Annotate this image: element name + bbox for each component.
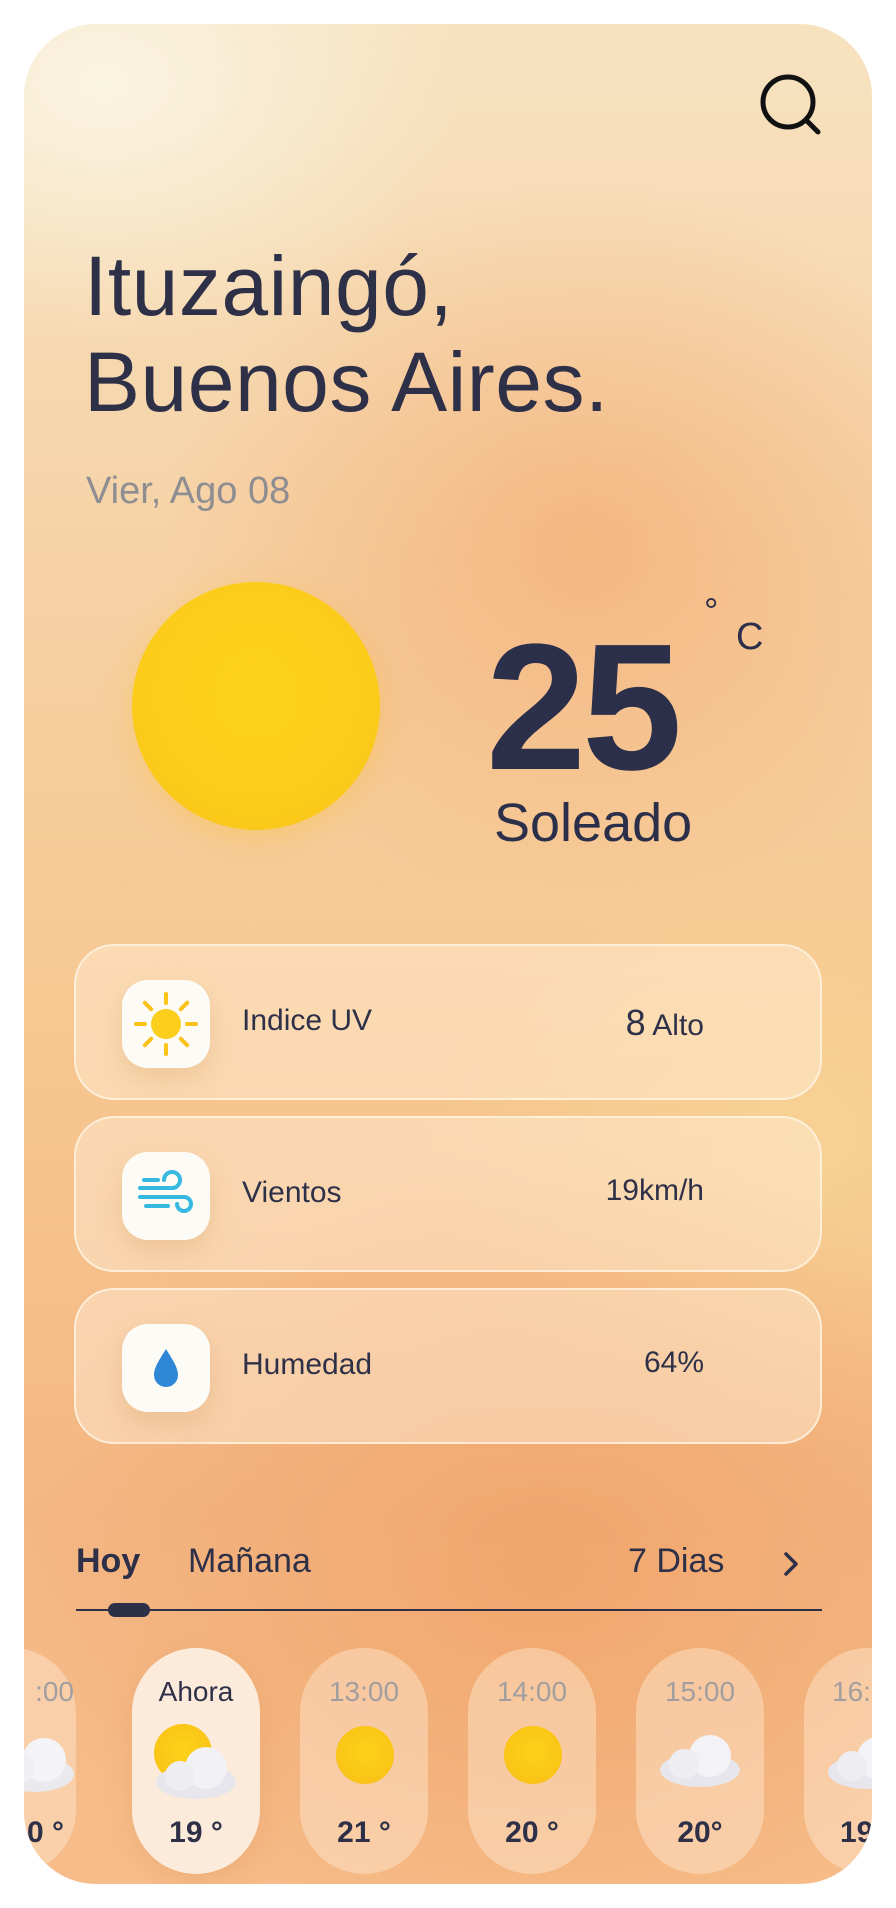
cloud-icon [828,1737,872,1789]
wind-card[interactable]: Vientos 19km/h [74,1116,822,1272]
hourly-time: :00 [35,1676,74,1707]
tab-7-days[interactable]: 7 Dias [628,1542,724,1581]
wind-label: Vientos [242,1176,342,1209]
current-date: Vier, Ago 08 [86,470,291,512]
wind-value: 19km/h [605,1174,704,1207]
hourly-item[interactable]: :00 0 ° [24,1648,76,1874]
hourly-scroll-thumb[interactable] [108,1603,150,1617]
location-region: Buenos Aires. [84,335,609,429]
sun-icon [132,582,380,830]
search-button[interactable] [752,66,832,146]
humidity-card[interactable]: Humedad 64% [74,1288,822,1444]
hourly-item[interactable]: 16: 19 [804,1648,872,1874]
weather-screen: Ituzaingó, Buenos Aires. Vier, Ago 08 25… [24,24,872,1884]
hourly-temp: 0 ° [26,1816,64,1849]
temperature-unit: C [736,616,764,658]
humidity-label: Humedad [242,1348,373,1381]
location-city: Ituzaingó, [84,239,454,333]
hourly-scroll-track [76,1609,822,1611]
uv-value-text: Alto [652,1009,704,1042]
sun-icon [134,992,198,1056]
hourly-item[interactable]: 14:00 20 ° [468,1648,596,1874]
hourly-item[interactable]: 13:00 21 ° [300,1648,428,1874]
humidity-icon-tile [122,1324,210,1412]
sun-icon [504,1726,562,1784]
tab-tomorrow[interactable]: Mañana [188,1542,311,1581]
uv-index-card[interactable]: Indice UV 8 Alto [74,944,822,1100]
weather-condition: Soleado [494,793,693,853]
search-icon [760,74,821,135]
humidity-value: 64% [643,1346,704,1379]
hourly-temp: 21 ° [337,1816,391,1849]
hourly-temp: 19 ° [169,1816,223,1849]
wind-icon-tile [122,1152,210,1240]
chevron-right-icon[interactable] [776,1544,806,1584]
hourly-time: 16: [832,1676,871,1707]
wind-icon [138,1170,193,1213]
uv-value-number: 8 [625,1002,646,1043]
cloud-icon [660,1735,740,1787]
hourly-time: Ahora [158,1676,234,1707]
water-drop-icon [154,1349,178,1387]
hourly-time: 15:00 [664,1676,736,1707]
location-title: Ituzaingó, Buenos Aires. [84,238,609,430]
hourly-item-now[interactable]: Ahora 19 ° [132,1648,260,1874]
hourly-temp: 19 [840,1816,872,1849]
current-temperature: 25 [486,607,682,808]
cloud-icon [24,1738,74,1792]
sun-icon [336,1726,394,1784]
uv-value: 8 Alto [626,1002,704,1044]
uv-label: Indice UV [242,1004,373,1037]
hourly-temp: 20° [677,1816,723,1849]
hourly-item[interactable]: 15:00 20° [636,1648,764,1874]
degree-symbol: ° [704,590,719,631]
hourly-temp: 20 ° [505,1816,559,1849]
cloud-icon [156,1747,236,1799]
hourly-time: 13:00 [328,1676,400,1707]
hourly-time: 14:00 [496,1676,568,1707]
uv-icon-tile [122,980,210,1068]
tab-today[interactable]: Hoy [76,1542,140,1581]
